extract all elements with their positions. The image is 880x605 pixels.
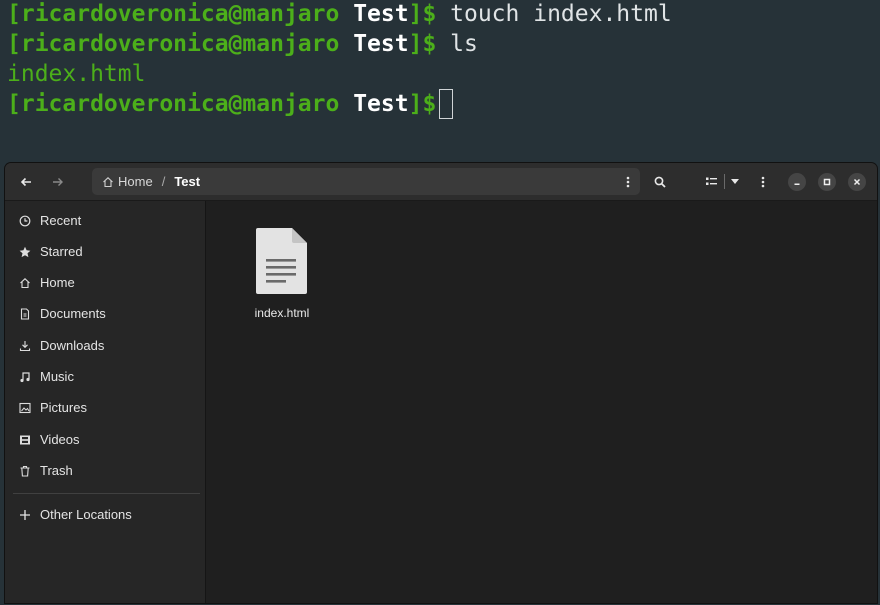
prompt-symbol: ]$ bbox=[408, 31, 437, 57]
back-button[interactable] bbox=[13, 163, 39, 200]
minimize-button[interactable] bbox=[788, 173, 806, 191]
text-file-icon bbox=[256, 228, 307, 294]
terminal-line: [ricardoveronica@manjaro Test]$ touch in… bbox=[7, 0, 880, 29]
kebab-menu-icon bbox=[761, 176, 765, 187]
prompt-user: [ricardoveronica@manjaro bbox=[7, 91, 340, 117]
sidebar-item-label: Downloads bbox=[40, 338, 105, 353]
path-separator: / bbox=[161, 174, 166, 189]
arrow-left-icon bbox=[20, 177, 31, 186]
sidebar-item-label: Pictures bbox=[40, 400, 87, 415]
minimize-icon bbox=[794, 183, 800, 185]
home-icon bbox=[19, 277, 31, 289]
maximize-button[interactable] bbox=[818, 173, 836, 191]
path-bar[interactable]: Home / Test bbox=[92, 168, 640, 195]
sidebar-item-videos[interactable]: Videos bbox=[5, 424, 205, 455]
sidebar: Recent Starred Home Documents Downloads … bbox=[5, 201, 206, 603]
trash-icon bbox=[19, 465, 31, 477]
file-view[interactable]: index.html bbox=[206, 201, 877, 603]
close-button[interactable] bbox=[848, 173, 866, 191]
download-icon bbox=[19, 340, 31, 352]
command-text: ls bbox=[436, 31, 478, 57]
sidebar-item-label: Documents bbox=[40, 306, 106, 321]
prompt-dir: Test bbox=[353, 31, 409, 57]
picture-icon bbox=[19, 402, 31, 414]
plus-icon bbox=[19, 509, 31, 521]
prompt-symbol: ]$ bbox=[408, 1, 437, 27]
command-text: touch index.html bbox=[436, 1, 672, 27]
view-toggle-button[interactable] bbox=[703, 163, 719, 200]
path-menu-icon[interactable] bbox=[626, 168, 630, 195]
chevron-down-icon bbox=[731, 179, 739, 184]
file-manager-window: Home / Test Recent Starred Home Document… bbox=[5, 163, 877, 603]
sidebar-item-starred[interactable]: Starred bbox=[5, 236, 205, 267]
path-home-crumb[interactable]: Home bbox=[118, 174, 153, 189]
file-name: index.html bbox=[254, 306, 310, 320]
header-bar: Home / Test bbox=[5, 163, 877, 201]
arrow-right-icon bbox=[53, 177, 63, 186]
clock-icon bbox=[19, 215, 31, 227]
sidebar-item-label: Music bbox=[40, 369, 74, 384]
prompt-user: [ricardoveronica@manjaro bbox=[7, 1, 340, 27]
list-view-icon bbox=[705, 177, 717, 185]
close-icon bbox=[853, 178, 861, 186]
sidebar-item-label: Home bbox=[40, 275, 75, 290]
command-output: index.html bbox=[7, 61, 146, 87]
main-menu-button[interactable] bbox=[756, 163, 770, 200]
sidebar-item-other-locations[interactable]: Other Locations bbox=[5, 499, 205, 530]
star-icon bbox=[19, 246, 31, 258]
search-button[interactable] bbox=[649, 163, 671, 200]
prompt-user: [ricardoveronica@manjaro bbox=[7, 31, 340, 57]
path-current-crumb[interactable]: Test bbox=[174, 174, 200, 189]
home-icon bbox=[102, 176, 114, 188]
terminal-cursor bbox=[439, 89, 454, 119]
sidebar-item-documents[interactable]: Documents bbox=[5, 298, 205, 329]
sidebar-item-trash[interactable]: Trash bbox=[5, 455, 205, 486]
document-icon bbox=[19, 307, 31, 320]
maximize-icon bbox=[823, 178, 831, 186]
sidebar-item-recent[interactable]: Recent bbox=[5, 205, 205, 236]
terminal-line: [ricardoveronica@manjaro Test]$ bbox=[7, 89, 880, 119]
search-icon bbox=[654, 176, 666, 188]
view-options-button[interactable] bbox=[728, 163, 742, 200]
sidebar-item-pictures[interactable]: Pictures bbox=[5, 392, 205, 423]
sidebar-item-music[interactable]: Music bbox=[5, 361, 205, 392]
sidebar-item-label: Videos bbox=[40, 432, 80, 447]
video-icon bbox=[19, 434, 31, 446]
terminal-line: index.html bbox=[7, 59, 880, 89]
prompt-dir: Test bbox=[353, 91, 409, 117]
forward-button[interactable] bbox=[45, 163, 71, 200]
sidebar-divider bbox=[13, 493, 200, 494]
sidebar-item-label: Trash bbox=[40, 463, 73, 478]
sidebar-item-label: Recent bbox=[40, 213, 82, 228]
music-icon bbox=[19, 371, 31, 383]
toolbar-separator bbox=[724, 174, 725, 189]
terminal-line: [ricardoveronica@manjaro Test]$ ls bbox=[7, 29, 880, 59]
sidebar-item-label: Starred bbox=[40, 244, 83, 259]
file-item[interactable]: index.html bbox=[246, 226, 318, 320]
prompt-symbol: ]$ bbox=[408, 91, 437, 117]
prompt-dir: Test bbox=[353, 1, 409, 27]
sidebar-item-home[interactable]: Home bbox=[5, 267, 205, 298]
sidebar-item-downloads[interactable]: Downloads bbox=[5, 330, 205, 361]
sidebar-item-label: Other Locations bbox=[40, 507, 132, 522]
